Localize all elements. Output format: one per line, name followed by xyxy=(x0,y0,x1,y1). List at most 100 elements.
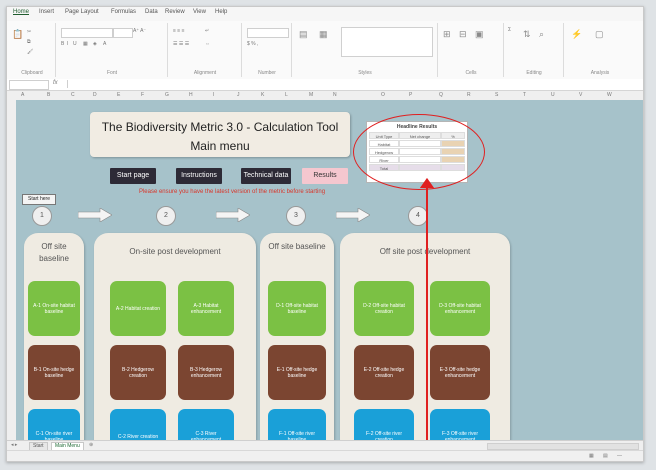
analyze-data-icon[interactable]: ⚡ xyxy=(571,29,582,40)
ribbon-tabs: Home Insert Page Layout Formulas Data Re… xyxy=(7,7,643,22)
tab-review[interactable]: Review xyxy=(165,9,185,15)
ribbon: 📋 ✂ ⧉ 🖌 Clipboard A⁺ A⁻ B I U ▦ ◈ A Font… xyxy=(7,21,643,80)
panel-offsite-baseline: Off site baseline D-1 Off-site habitat b… xyxy=(260,233,334,440)
card-offsite-habitat-baseline[interactable]: D-1 Off-site habitat baseline xyxy=(268,281,326,336)
cells-group: ⊞ ⊟ ▣ Cells xyxy=(439,23,504,77)
horizontal-scrollbar[interactable] xyxy=(487,443,639,450)
card-river-enhancement[interactable]: C-3 River enhancement xyxy=(178,409,234,440)
tab-view[interactable]: View xyxy=(193,9,206,15)
number-format-combo[interactable] xyxy=(247,28,289,38)
technical-data-button[interactable]: Technical data xyxy=(241,168,291,184)
card-onsite-river-baseline[interactable]: C-1 On-site river baseline xyxy=(28,409,80,440)
start-page-button[interactable]: Start page xyxy=(110,168,156,184)
format-cells-icon[interactable]: ▣ xyxy=(475,29,484,40)
align-left-icon[interactable]: ☰ ☰ ☰ xyxy=(173,41,189,47)
autosum-icon[interactable]: Σ xyxy=(508,27,511,33)
cut-icon[interactable]: ✂ xyxy=(27,29,31,35)
title-box: The Biodiversity Metric 3.0 - Calculatio… xyxy=(90,112,350,157)
formula-bar: fx xyxy=(7,79,643,91)
page-title: The Biodiversity Metric 3.0 - Calculatio… xyxy=(101,120,339,134)
card-offsite-hedge-enhancement[interactable]: E-3 Off-site hedge enhancement xyxy=(430,345,490,400)
styles-group-label: Styles xyxy=(358,70,372,76)
card-habitat-enhancement[interactable]: A-3 Habitat enhancement xyxy=(178,281,234,336)
card-offsite-hedge-baseline[interactable]: E-1 Off-site hedge baseline xyxy=(268,345,326,400)
delete-cells-icon[interactable]: ⊟ xyxy=(459,29,467,40)
annotation-ellipse xyxy=(353,114,485,190)
underline-icon[interactable]: U xyxy=(73,41,77,47)
panel-title: On-site post development xyxy=(129,247,221,256)
tab-insert[interactable]: Insert xyxy=(39,9,54,15)
font-name-combo[interactable] xyxy=(61,28,113,38)
number-group-label: Number xyxy=(258,70,276,76)
results-button[interactable]: Results xyxy=(302,168,348,184)
paste-icon[interactable]: 📋 xyxy=(12,29,23,40)
font-group: A⁺ A⁻ B I U ▦ ◈ A Font xyxy=(57,23,168,77)
insert-cells-icon[interactable]: ⊞ xyxy=(443,29,451,40)
analysis-group-label: Analysis xyxy=(590,70,610,76)
fx-icon[interactable]: fx xyxy=(53,80,58,86)
start-here-label[interactable]: Start here xyxy=(22,194,56,205)
name-box[interactable] xyxy=(9,80,49,90)
card-hedgerow-creation[interactable]: B-2 Hedgerow creation xyxy=(110,345,166,400)
card-offsite-river-enhancement[interactable]: F-3 Off-site river enhancement xyxy=(430,409,490,440)
add-sheet-icon[interactable]: ⊕ xyxy=(89,442,93,448)
tab-formulas[interactable]: Formulas xyxy=(111,9,136,15)
arrow-right-icon xyxy=(78,208,112,222)
zoom-slider[interactable]: — xyxy=(617,453,622,459)
font-color-icon[interactable]: A xyxy=(103,41,106,47)
version-warning: Please ensure you have the latest versio… xyxy=(138,189,326,195)
font-group-label: Font xyxy=(106,70,117,76)
formula-input[interactable] xyxy=(67,80,640,88)
styles-group: ▤ ▦ Styles xyxy=(293,23,438,77)
font-size-combo[interactable] xyxy=(113,28,133,38)
grow-font-icon[interactable]: A⁺ A⁻ xyxy=(133,28,146,34)
format-as-table-icon[interactable]: ▦ xyxy=(319,29,328,40)
page-subtitle: Main menu xyxy=(190,139,250,153)
alignment-group-label: Alignment xyxy=(193,70,217,76)
card-onsite-habitat-baseline[interactable]: A-1 On-site habitat baseline xyxy=(28,281,80,336)
card-river-creation[interactable]: C-2 River creation xyxy=(110,409,166,440)
align-top-icon[interactable]: ≡ ≡ ≡ xyxy=(173,28,185,34)
bold-icon[interactable]: B xyxy=(61,41,64,47)
currency-icon[interactable]: $ % , xyxy=(247,41,258,47)
find-select-icon[interactable]: ⌕ xyxy=(539,29,544,40)
editing-group-label: Editing xyxy=(526,70,542,76)
instructions-button[interactable]: Instructions xyxy=(176,168,222,184)
sort-filter-icon[interactable]: ⇅ xyxy=(523,29,531,40)
excel-window: Home Insert Page Layout Formulas Data Re… xyxy=(6,6,644,462)
borders-icon[interactable]: ▦ xyxy=(83,41,88,47)
view-layout-icon[interactable]: ▤ xyxy=(603,453,608,459)
card-offsite-habitat-enhancement[interactable]: D-3 Off-site habitat enhancement xyxy=(430,281,490,336)
copy-icon[interactable]: ⧉ xyxy=(27,39,31,45)
sensitivity-icon[interactable]: ▢ xyxy=(595,29,604,40)
panel-onsite-baseline: Off site baseline A-1 On-site habitat ba… xyxy=(24,233,84,440)
merge-center-icon[interactable]: ⇔ xyxy=(205,41,210,47)
view-normal-icon[interactable]: ▦ xyxy=(589,453,594,459)
card-habitat-creation[interactable]: A-2 Habitat creation xyxy=(110,281,166,336)
format-painter-icon[interactable]: 🖌 xyxy=(27,49,33,55)
tab-data[interactable]: Data xyxy=(145,9,158,15)
card-onsite-hedge-baseline[interactable]: B-1 On-site hedge baseline xyxy=(28,345,80,400)
panel-title: Off site baseline xyxy=(39,242,69,263)
cell-styles-gallery[interactable] xyxy=(341,27,433,57)
step-3: 3 xyxy=(286,206,306,226)
card-offsite-hedge-creation[interactable]: E-2 Off-site hedge creation xyxy=(354,345,414,400)
alignment-group: ≡ ≡ ≡ ☰ ☰ ☰ ↵ ⇔ Alignment xyxy=(169,23,242,77)
tab-page-layout[interactable]: Page Layout xyxy=(65,9,99,15)
card-offsite-river-creation[interactable]: F-2 Off-site river creation xyxy=(354,409,414,440)
wrap-text-icon[interactable]: ↵ xyxy=(205,28,209,34)
fill-color-icon[interactable]: ◈ xyxy=(93,41,97,47)
italic-icon[interactable]: I xyxy=(67,41,68,47)
card-offsite-habitat-creation[interactable]: D-2 Off-site habitat creation xyxy=(354,281,414,336)
panel-offsite-post-development: Off site post development D-2 Off-site h… xyxy=(340,233,510,440)
conditional-formatting-icon[interactable]: ▤ xyxy=(299,29,308,40)
step-1: 1 xyxy=(32,206,52,226)
worksheet: The Biodiversity Metric 3.0 - Calculatio… xyxy=(16,100,643,440)
step-4: 4 xyxy=(408,206,428,226)
card-hedgerow-enhancement[interactable]: B-3 Hedgerow enhancement xyxy=(178,345,234,400)
tab-help[interactable]: Help xyxy=(215,9,227,15)
tab-home[interactable]: Home xyxy=(13,9,29,15)
arrow-right-icon xyxy=(336,208,370,222)
tab-scroll-icon[interactable]: ◂ ▸ xyxy=(11,442,17,448)
card-offsite-river-baseline[interactable]: F-1 Off-site river baseline xyxy=(268,409,326,440)
